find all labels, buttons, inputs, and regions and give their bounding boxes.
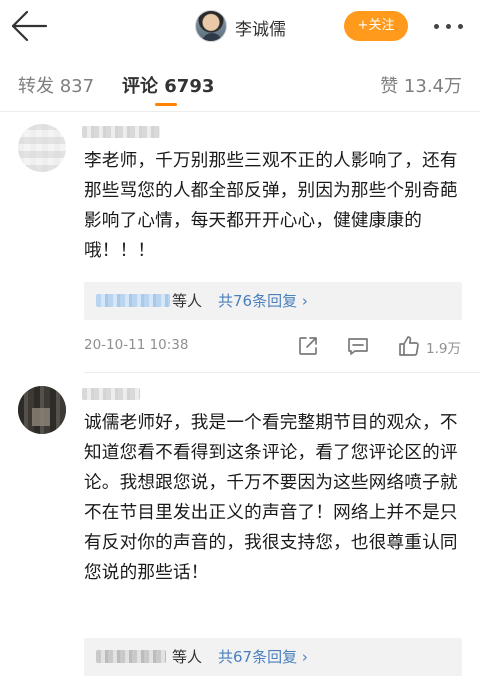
back-arrow-icon[interactable] [10, 8, 48, 44]
comment-text: 诚儒老师好，我是一个看完整期节目的观众，不知道您看不看得到这条评论，看了您评论区… [84, 413, 458, 583]
user-name[interactable]: 李诚儒 [235, 15, 286, 40]
reply-names-blurred [96, 650, 166, 663]
comment-text: 李老师，千万别那些三观不正的人影响了，还有那些骂您的人都全部反弹，别因为那些个别… [84, 151, 458, 261]
comment-meta: 20-10-11 10:38 1.9万 [0, 334, 480, 358]
tab-likes[interactable]: 赞 13.4万 [380, 72, 462, 98]
tab-comments[interactable]: 评论 6793 [122, 72, 214, 98]
follow-button[interactable]: +关注 [344, 11, 408, 41]
tab-bar: 转发 837 评论 6793 赞 13.4万 [0, 60, 480, 112]
reply-etc-label: 等人 [172, 292, 203, 310]
replies-preview-button[interactable]: 等人 共76条回复 › [84, 282, 462, 320]
tab-reposts[interactable]: 转发 837 [18, 72, 94, 98]
reply-count-link[interactable]: 共67条回复 › [218, 646, 308, 667]
commenter-avatar[interactable] [18, 386, 66, 434]
reply-count-link[interactable]: 共76条回复 › [218, 290, 308, 311]
comment-item: 李老师，千万别那些三观不正的人影响了，还有那些骂您的人都全部反弹，别因为那些个别… [0, 112, 480, 374]
comment-icon[interactable] [346, 334, 370, 358]
like-count: 1.9万 [426, 341, 461, 357]
comment-divider [84, 372, 480, 373]
commenter-name-blurred[interactable] [82, 126, 160, 138]
user-avatar[interactable] [195, 10, 227, 42]
comment-timestamp: 20-10-11 10:38 [84, 337, 189, 353]
active-tab-indicator [155, 103, 177, 106]
reply-names-blurred [96, 294, 170, 307]
commenter-name-blurred[interactable] [82, 388, 140, 400]
more-dots-icon[interactable] [432, 16, 466, 36]
commenter-avatar[interactable] [18, 124, 66, 172]
comment-item: 诚儒老师好，我是一个看完整期节目的观众，不知道您看不看得到这条评论，看了您评论区… [0, 374, 480, 684]
share-icon[interactable] [296, 334, 320, 358]
thumbs-up-icon[interactable] [397, 334, 421, 358]
replies-preview-button[interactable]: 等人 共67条回复 › [84, 638, 462, 676]
top-bar: 李诚儒 +关注 [0, 0, 480, 52]
reply-etc-label: 等人 [172, 648, 203, 666]
